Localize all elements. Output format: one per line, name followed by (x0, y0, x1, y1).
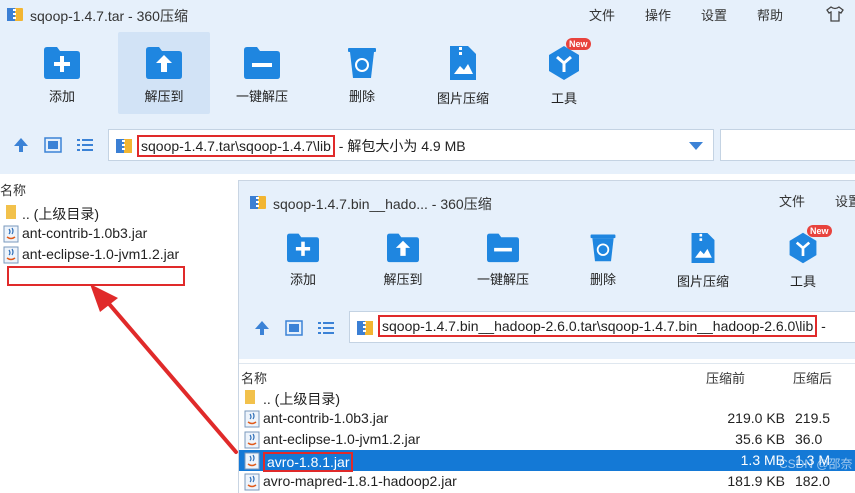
window-title: sqoop-1.4.7.tar - 360压缩 (30, 8, 188, 24)
up-arrow-icon[interactable] (253, 319, 271, 337)
menu-bar: 文件 设置 (779, 191, 855, 210)
delete-button[interactable]: 删除 (557, 221, 649, 295)
java-file-icon (3, 246, 19, 264)
list-item[interactable]: ant-contrib-1.0b3.jar 219.0 KB 219.5 (239, 408, 855, 429)
tools-button[interactable]: New 工具 (757, 221, 849, 295)
new-badge: New (807, 225, 832, 237)
extract-to-button[interactable]: 解压到 (357, 221, 449, 295)
address-bar-row: sqoop-1.4.7.tar\sqoop-1.4.7\lib - 解包大小为 … (0, 118, 855, 174)
java-file-icon (244, 473, 260, 491)
menu-file[interactable]: 文件 (589, 5, 615, 24)
add-icon (287, 233, 319, 263)
search-input[interactable] (720, 129, 855, 161)
one-click-extract-icon (244, 47, 280, 79)
address-bar-row: sqoop-1.4.7.bin__hadoop-2.6.0.tar\sqoop-… (239, 297, 855, 359)
extract-to-icon (387, 233, 419, 263)
list-item-parent-dir[interactable]: .. (上级目录) (239, 387, 855, 408)
window-title: sqoop-1.4.7.bin__hado... - 360压缩 (273, 196, 492, 212)
archive-app-icon (7, 8, 23, 21)
menu-action[interactable]: 操作 (645, 5, 671, 24)
archive-file-icon (357, 321, 373, 335)
path-field[interactable]: sqoop-1.4.7.tar\sqoop-1.4.7\lib - 解包大小为 … (108, 129, 714, 161)
delete-button[interactable]: 删除 (316, 32, 408, 114)
java-file-icon (3, 225, 19, 243)
one-click-extract-icon (487, 233, 519, 263)
archive-file-icon (116, 139, 132, 153)
archive-window-second: sqoop-1.4.7.bin__hado... - 360压缩 文件 设置 添… (238, 180, 855, 493)
archive-app-icon (250, 196, 266, 209)
folder-icon (6, 205, 16, 219)
column-packed-header[interactable]: 压缩后 (793, 368, 832, 387)
image-compress-button[interactable]: 图片压缩 (657, 221, 749, 295)
new-badge: New (566, 38, 591, 50)
list-view-icon[interactable] (76, 137, 94, 153)
menu-settings[interactable]: 设置 (701, 5, 727, 24)
one-click-extract-button[interactable]: 一键解压 (457, 221, 549, 295)
java-file-icon (244, 452, 260, 470)
path-field[interactable]: sqoop-1.4.7.bin__hadoop-2.6.0.tar\sqoop-… (349, 311, 855, 343)
toolbar: 添加 解压到 一键解压 删除 图片压缩 New 工具 (0, 28, 855, 118)
one-click-extract-button[interactable]: 一键解压 (216, 32, 308, 114)
extract-to-icon (146, 47, 182, 79)
title-bar: sqoop-1.4.7.bin__hado... - 360压缩 文件 设置 (239, 181, 855, 217)
menu-help[interactable]: 帮助 (757, 5, 783, 24)
menu-settings[interactable]: 设置 (835, 191, 855, 210)
image-compress-button[interactable]: 图片压缩 (417, 32, 509, 114)
watermark-text: CSDN @邵奈一 (779, 457, 853, 488)
add-button[interactable]: 添加 (257, 221, 349, 295)
tools-button[interactable]: New 工具 (518, 32, 610, 114)
chevron-down-icon[interactable] (689, 142, 703, 150)
add-icon (44, 47, 80, 79)
image-compress-icon (691, 233, 715, 263)
list-item-selected[interactable]: avro-1.8.1.jar 1.3 MB 1.3 M (239, 450, 855, 472)
java-file-icon (244, 410, 260, 428)
column-name-header[interactable]: 名称 (0, 180, 26, 199)
up-arrow-icon[interactable] (12, 136, 30, 154)
current-path: sqoop-1.4.7.bin__hadoop-2.6.0.tar\sqoop-… (378, 315, 818, 337)
list-item[interactable]: avro-mapred-1.8.1-hadoop2.jar 181.9 KB 1… (239, 471, 855, 492)
toolbar: 添加 解压到 一键解压 删除 图片压缩 New 工具 (239, 217, 855, 297)
add-button[interactable]: 添加 (16, 32, 108, 114)
delete-icon (348, 48, 376, 78)
unpack-size-text: - (817, 318, 826, 334)
column-name-header[interactable]: 名称 (241, 368, 267, 387)
thumbnail-view-icon[interactable] (44, 137, 62, 153)
menu-bar: 文件 操作 设置 帮助 (589, 5, 845, 24)
image-compress-icon (450, 46, 476, 80)
missing-file-highlight (7, 266, 185, 286)
folder-icon (245, 390, 255, 404)
thumbnail-view-icon[interactable] (285, 320, 303, 336)
menu-file[interactable]: 文件 (779, 191, 805, 210)
title-bar: sqoop-1.4.7.tar - 360压缩 文件 操作 设置 帮助 (0, 0, 855, 28)
list-view-icon[interactable] (317, 320, 335, 336)
extract-to-button[interactable]: 解压到 (118, 32, 210, 114)
delete-icon (590, 234, 616, 262)
column-size-header[interactable]: 压缩前 (706, 368, 745, 387)
java-file-icon (244, 431, 260, 449)
column-header-row: 名称 压缩前 压缩后 (239, 363, 855, 387)
file-list: .. (上级目录) ant-contrib-1.0b3.jar 219.0 KB… (239, 387, 855, 492)
list-item[interactable]: ant-eclipse-1.0-jvm1.2.jar 35.6 KB 36.0 (239, 429, 855, 450)
current-path: sqoop-1.4.7.tar\sqoop-1.4.7\lib (137, 135, 335, 157)
skin-shirt-icon[interactable] (825, 5, 845, 23)
unpack-size-text: - 解包大小为 4.9 MB (334, 138, 466, 154)
